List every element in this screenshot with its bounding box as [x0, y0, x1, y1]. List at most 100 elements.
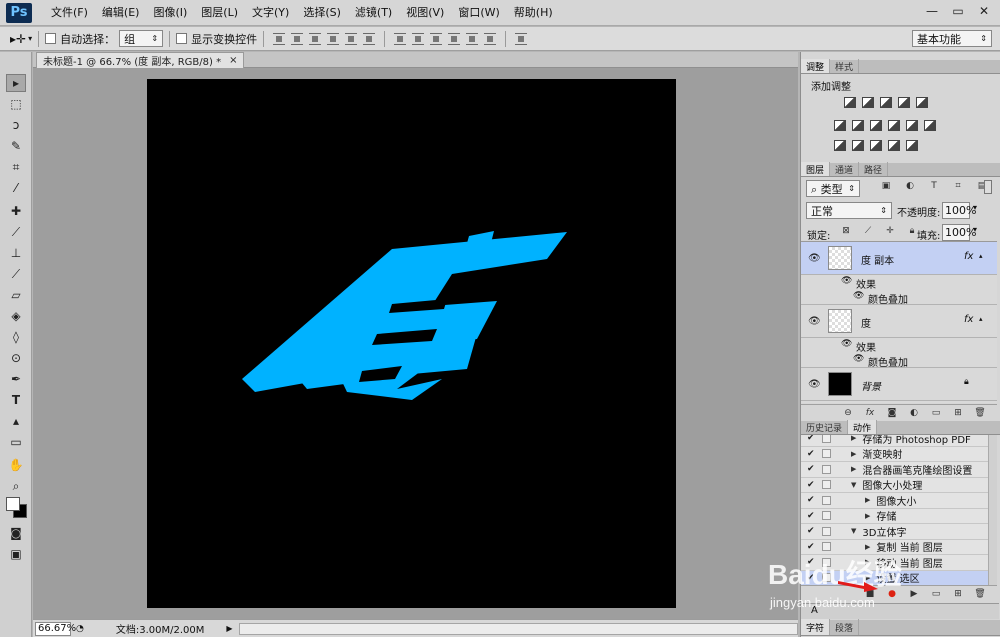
actions-scrollbar[interactable] — [988, 435, 997, 585]
close-tab-icon[interactable]: × — [229, 55, 237, 66]
effects-eye-icon[interactable]: 👁︎ — [841, 339, 852, 349]
document-tab[interactable]: 未标题-1 @ 66.7% (度 副本, RGB/8) * × — [36, 52, 245, 68]
pen-tool-icon[interactable]: ✒ — [6, 370, 26, 388]
eraser-tool-icon[interactable]: ▱ — [6, 286, 26, 304]
align-top-icon[interactable] — [273, 32, 286, 45]
brightness-icon[interactable] — [844, 97, 856, 108]
chevron-down-icon[interactable]: ▾ — [28, 34, 32, 43]
posterize-icon[interactable] — [852, 140, 864, 151]
filter-type-icon[interactable]: T — [927, 180, 941, 192]
opacity-chevron-icon[interactable]: ▾ — [973, 203, 977, 212]
distribute-right-icon[interactable] — [484, 32, 497, 45]
color-balance-icon[interactable] — [852, 120, 864, 131]
layer-row-base[interactable]: 👁︎ 度 fx ▴ — [801, 305, 997, 338]
link-layers-icon[interactable]: ⊖ — [841, 407, 855, 419]
menu-file[interactable]: 文件(F) — [44, 0, 95, 26]
menu-select[interactable]: 选择(S) — [296, 0, 348, 26]
hue-saturation-icon[interactable] — [834, 120, 846, 131]
tab-history[interactable]: 历史记录 — [801, 420, 849, 434]
tab-layers[interactable]: 图层 — [801, 162, 831, 176]
tab-styles[interactable]: 样式 — [830, 59, 860, 73]
new-action-icon[interactable]: ⊞ — [951, 588, 965, 600]
color-lookup-icon[interactable] — [924, 120, 936, 131]
curves-icon[interactable] — [880, 97, 892, 108]
delete-action-icon[interactable]: 🗑︎ — [973, 588, 987, 600]
action-row[interactable]: ✔ ▶ 混合器画笔克隆绘图设置 — [801, 462, 997, 478]
menu-edit[interactable]: 编辑(E) — [95, 0, 147, 26]
action-row[interactable]: ✔ ▶ 图像大小 — [801, 493, 997, 509]
threshold-icon[interactable] — [870, 140, 882, 151]
align-right-icon[interactable] — [363, 32, 376, 45]
align-bottom-icon[interactable] — [309, 32, 322, 45]
clone-stamp-tool-icon[interactable]: ⊥ — [6, 244, 26, 262]
fill-field[interactable]: 100% — [942, 224, 976, 241]
filter-adjust-icon[interactable]: ◐ — [903, 180, 917, 192]
workspace-dropdown[interactable]: 基本功能 ⇕ — [912, 30, 992, 47]
minimize-button[interactable]: — — [920, 2, 944, 20]
dodge-tool-icon[interactable]: ⊙ — [6, 349, 26, 367]
action-row[interactable]: ✔ ▶ 渐变映射 — [801, 447, 997, 462]
auto-select-dropdown[interactable]: 组 ⇕ — [119, 30, 164, 47]
quick-select-tool-icon[interactable]: ✎ — [6, 137, 26, 155]
gradient-map-icon[interactable] — [906, 140, 918, 151]
add-mask-icon[interactable]: ◙ — [885, 407, 899, 419]
restore-button[interactable]: ▭ — [946, 2, 970, 20]
visibility-eye-icon[interactable]: 👁︎ — [808, 253, 821, 264]
expand-effects-icon[interactable]: ▴ — [979, 252, 983, 260]
menu-layer[interactable]: 图层(L) — [194, 0, 245, 26]
selective-color-icon[interactable] — [888, 140, 900, 151]
menu-window[interactable]: 窗口(W) — [451, 0, 506, 26]
status-menu-arrow-icon[interactable]: ▶ — [226, 624, 232, 633]
rectangle-tool-icon[interactable]: ▭ — [6, 433, 26, 451]
path-select-tool-icon[interactable]: ▴ — [6, 412, 26, 430]
zoom-tool-icon[interactable]: ⌕ — [6, 477, 26, 495]
action-row[interactable]: ✔ ▶ 移动 当前 图层 — [801, 555, 997, 571]
distribute-hcenter-icon[interactable] — [466, 32, 479, 45]
action-row[interactable]: ✔ ▶ 存储为 Photoshop PDF — [801, 435, 997, 447]
align-hcenter-icon[interactable] — [345, 32, 358, 45]
eyedropper-tool-icon[interactable]: ⁄ — [6, 179, 26, 197]
blend-mode-dropdown[interactable]: 正常 ⇕ — [806, 202, 892, 219]
menu-image[interactable]: 图像(I) — [146, 0, 194, 26]
lock-transparent-icon[interactable]: ⊠ — [839, 225, 853, 237]
horizontal-scrollbar[interactable] — [238, 622, 798, 635]
marquee-tool-icon[interactable]: ⬚ — [6, 95, 26, 113]
layer-name[interactable]: 度 副本 — [861, 252, 894, 267]
menu-view[interactable]: 视图(V) — [399, 0, 451, 26]
action-row[interactable]: ✔ ▶ 复制 当前 图层 — [801, 540, 997, 555]
show-transform-checkbox[interactable] — [176, 33, 188, 44]
action-row[interactable]: ✔ ▼ 图像大小处理 — [801, 478, 997, 493]
crop-tool-icon[interactable]: ⌗ — [6, 158, 26, 176]
new-layer-icon[interactable]: ⊞ — [951, 407, 965, 419]
menu-filter[interactable]: 滤镜(T) — [348, 0, 399, 26]
visibility-eye-icon[interactable]: 👁︎ — [808, 379, 821, 390]
auto-align-icon[interactable] — [515, 32, 528, 45]
menu-type[interactable]: 文字(Y) — [245, 0, 296, 26]
close-window-button[interactable]: ✕ — [972, 2, 996, 20]
paint-bucket-tool-icon[interactable]: ◈ — [6, 307, 26, 325]
distribute-top-icon[interactable] — [394, 32, 407, 45]
move-tool-preset-icon[interactable]: ▸✛ — [10, 32, 26, 46]
foreground-color-swatch[interactable] — [6, 497, 20, 511]
document-canvas[interactable]: 度 — [147, 79, 676, 608]
effect-eye-icon[interactable]: 👁︎ — [853, 291, 864, 301]
fx-icon[interactable]: fx — [964, 251, 973, 262]
action-row[interactable]: ✔ ▶ 存储 — [801, 509, 997, 524]
levels-icon[interactable] — [862, 97, 874, 108]
character-mini-icon[interactable]: A — [811, 605, 818, 616]
distribute-bottom-icon[interactable] — [430, 32, 443, 45]
quick-mask-icon[interactable]: ◙ — [6, 524, 26, 542]
record-icon[interactable]: ● — [885, 588, 899, 600]
new-adjustment-icon[interactable]: ◐ — [907, 407, 921, 419]
hand-tool-icon[interactable]: ✋ — [6, 456, 26, 474]
new-group-icon[interactable]: ▭ — [929, 407, 943, 419]
exposure-icon[interactable] — [898, 97, 910, 108]
layer-filter-dropdown[interactable]: ⌕ 类型 ⇕ — [806, 180, 860, 197]
invert-icon[interactable] — [834, 140, 846, 151]
blur-tool-icon[interactable]: ◊ — [6, 328, 26, 346]
align-left-icon[interactable] — [327, 32, 340, 45]
effects-eye-icon[interactable]: 👁︎ — [841, 276, 852, 286]
filter-toggle[interactable] — [984, 180, 992, 194]
tab-paragraph[interactable]: 段落 — [830, 619, 860, 635]
layer-row-background[interactable]: 👁︎ 背景 🔒︎ — [801, 368, 997, 401]
